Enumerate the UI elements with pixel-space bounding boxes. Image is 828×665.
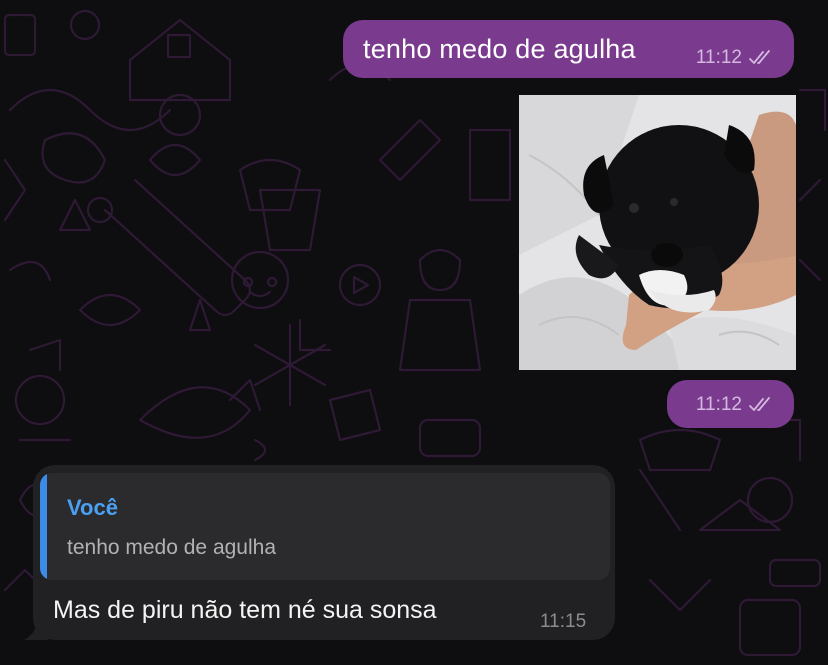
message-time: 11:15: [540, 611, 587, 632]
double-check-icon: [749, 397, 770, 411]
message-time: 11:12: [695, 394, 742, 415]
shrimp-doodle: [41, 132, 107, 184]
message-text: Mas de piru não tem né sua sonsa: [53, 596, 437, 624]
photo-timestamp-bubble: 11:12: [667, 380, 794, 428]
message-meta: 11:12: [696, 47, 774, 69]
puppy-photo[interactable]: [519, 95, 796, 370]
reply-accent-bar: [40, 473, 47, 580]
reply-quote[interactable]: Você tenho medo de agulha: [40, 473, 610, 580]
reply-sender: Você: [67, 495, 118, 520]
drum-doodle: [258, 188, 322, 252]
skateboard-doodle: [103, 178, 252, 317]
flower-doodle: [253, 323, 327, 407]
double-check-icon: [749, 50, 770, 64]
outgoing-message[interactable]: tenho medo de agulha 11:12: [343, 20, 794, 78]
house-doodle: [128, 18, 232, 102]
puppy-image: [519, 95, 796, 370]
person-doodle: [398, 248, 482, 372]
message-text: tenho medo de agulha: [363, 34, 636, 64]
reply-snippet: tenho medo de agulha: [67, 536, 277, 559]
message-time: 11:12: [695, 47, 742, 68]
message-meta: 11:12: [696, 394, 774, 416]
whale-doodle: [138, 378, 262, 439]
